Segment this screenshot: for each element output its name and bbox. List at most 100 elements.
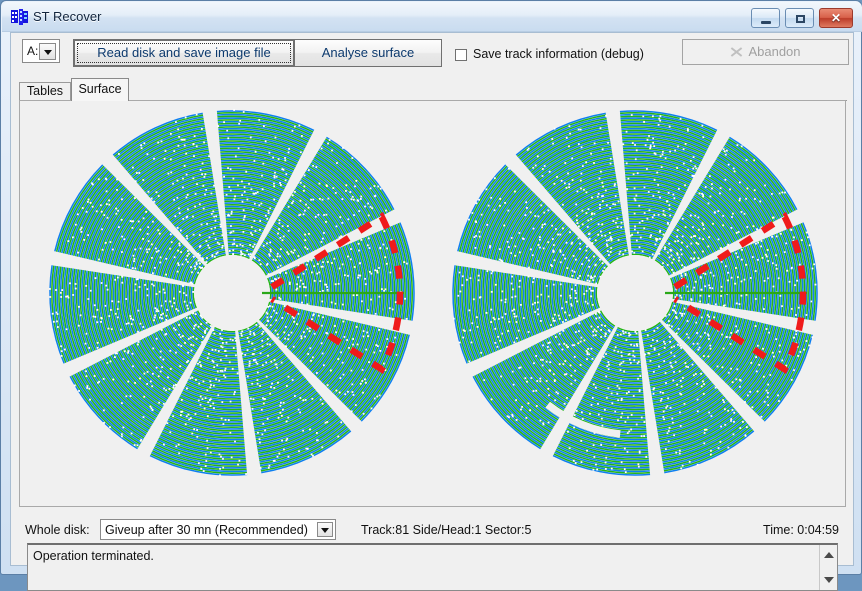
bad-sector-dot (545, 285, 548, 287)
bad-sector-dot (326, 288, 329, 291)
bad-sector-dot (634, 330, 637, 333)
bad-sector-dot (671, 417, 674, 420)
bad-sector-dot (637, 377, 639, 380)
bad-sector-dot (684, 184, 686, 187)
bad-sector-dot (658, 365, 660, 368)
retry-strategy-select[interactable]: Giveup after 30 mn (Recommended) (100, 519, 336, 540)
bad-sector-dot (600, 336, 603, 338)
bad-sector-dot (215, 252, 218, 255)
bad-sector-dot (564, 162, 567, 164)
bad-sector-dot (657, 213, 660, 216)
bad-sector-dot (560, 179, 563, 182)
bad-sector-dot (644, 144, 647, 147)
bad-sector-dot (386, 338, 389, 340)
bad-sector-dot (139, 377, 141, 380)
bad-sector-dot (511, 370, 514, 373)
bad-sector-dot (404, 297, 406, 300)
bad-sector-dot (772, 285, 775, 288)
bad-sector-dot (742, 420, 744, 423)
drive-select[interactable]: A: (22, 39, 60, 63)
chevron-down-icon[interactable] (39, 43, 56, 60)
bad-sector-dot (754, 242, 757, 245)
log-scrollbar[interactable] (819, 545, 837, 590)
bad-sector-dot (120, 218, 123, 221)
bad-sector-dot (784, 191, 786, 194)
analyse-surface-button[interactable]: Analyse surface (294, 39, 442, 67)
bad-sector-dot (763, 279, 766, 282)
bad-sector-dot (74, 223, 77, 226)
bad-sector-dot (197, 362, 199, 365)
bad-sector-dot (269, 305, 271, 307)
tab-surface[interactable]: Surface (71, 78, 129, 101)
bad-sector-dot (199, 244, 202, 247)
bad-sector-dot (797, 306, 800, 309)
bad-sector-dot (616, 226, 619, 228)
bad-sector-dot (530, 248, 532, 251)
bad-sector-dot (382, 362, 385, 365)
bad-sector-dot (700, 385, 703, 388)
bad-sector-dot (665, 382, 667, 384)
disk-surface-panel[interactable] (19, 100, 846, 507)
maximize-button[interactable] (785, 8, 814, 28)
bad-sector-dot (760, 240, 763, 242)
bad-sector-dot (271, 305, 274, 308)
bad-sector-dot (59, 291, 62, 294)
bad-sector-dot (664, 342, 666, 345)
bad-sector-dot (351, 391, 354, 393)
bad-sector-dot (754, 298, 757, 300)
bad-sector-dot (206, 415, 209, 418)
bad-sector-dot (303, 174, 306, 177)
save-track-info-checkbox[interactable] (455, 49, 467, 61)
bad-sector-dot (562, 227, 564, 230)
bad-sector-dot (394, 301, 397, 304)
bad-sector-dot (187, 360, 190, 362)
bad-sector-dot (737, 231, 740, 233)
bad-sector-dot (614, 346, 617, 349)
close-button[interactable]: ✕ (819, 8, 853, 28)
bad-sector-dot (158, 232, 161, 235)
bad-sector-dot (675, 293, 678, 296)
bad-sector-dot (672, 258, 675, 261)
bad-sector-dot (564, 373, 566, 376)
bad-sector-dot (539, 358, 542, 361)
bad-sector-dot (627, 391, 630, 393)
bad-sector-dot (232, 249, 235, 251)
bad-sector-dot (614, 444, 617, 447)
bad-sector-dot (48, 288, 51, 290)
bad-sector-dot (564, 311, 567, 314)
bad-sector-dot (708, 295, 711, 298)
bad-sector-dot (209, 386, 212, 389)
bad-sector-dot (684, 362, 687, 364)
bad-sector-dot (599, 203, 601, 206)
minimize-button[interactable] (751, 8, 780, 28)
bad-sector-dot (639, 236, 642, 239)
bad-sector-dot (702, 136, 705, 139)
bad-sector-dot (266, 312, 269, 315)
bad-sector-dot (727, 409, 730, 412)
read-disk-button[interactable]: Read disk and save image file (73, 39, 295, 67)
bad-sector-dot (237, 463, 239, 466)
bad-sector-dot (294, 190, 296, 193)
bad-sector-dot (244, 353, 247, 356)
bad-sector-dot (622, 143, 625, 146)
bad-sector-dot (139, 247, 142, 250)
bad-sector-dot (652, 370, 655, 373)
bad-sector-dot (586, 302, 589, 305)
scroll-up-arrow-icon[interactable] (824, 552, 834, 558)
bad-sector-dot (285, 345, 287, 348)
scroll-down-arrow-icon[interactable] (824, 577, 834, 583)
bad-sector-dot (262, 330, 265, 333)
bad-sector-dot (89, 289, 92, 292)
bad-sector-dot (181, 138, 184, 141)
bad-sector-dot (559, 250, 562, 253)
bad-sector-dot (255, 192, 257, 195)
bad-sector-dot (276, 366, 278, 369)
bad-sector-dot (320, 342, 323, 345)
bad-sector-dot (197, 462, 200, 465)
chevron-down-icon[interactable] (317, 522, 333, 537)
bad-sector-dot (607, 368, 610, 371)
tab-tables[interactable]: Tables (19, 82, 71, 101)
bad-sector-dot (568, 145, 570, 148)
bad-sector-dot (284, 157, 286, 159)
log-textarea[interactable]: Operation terminated. (27, 543, 838, 591)
